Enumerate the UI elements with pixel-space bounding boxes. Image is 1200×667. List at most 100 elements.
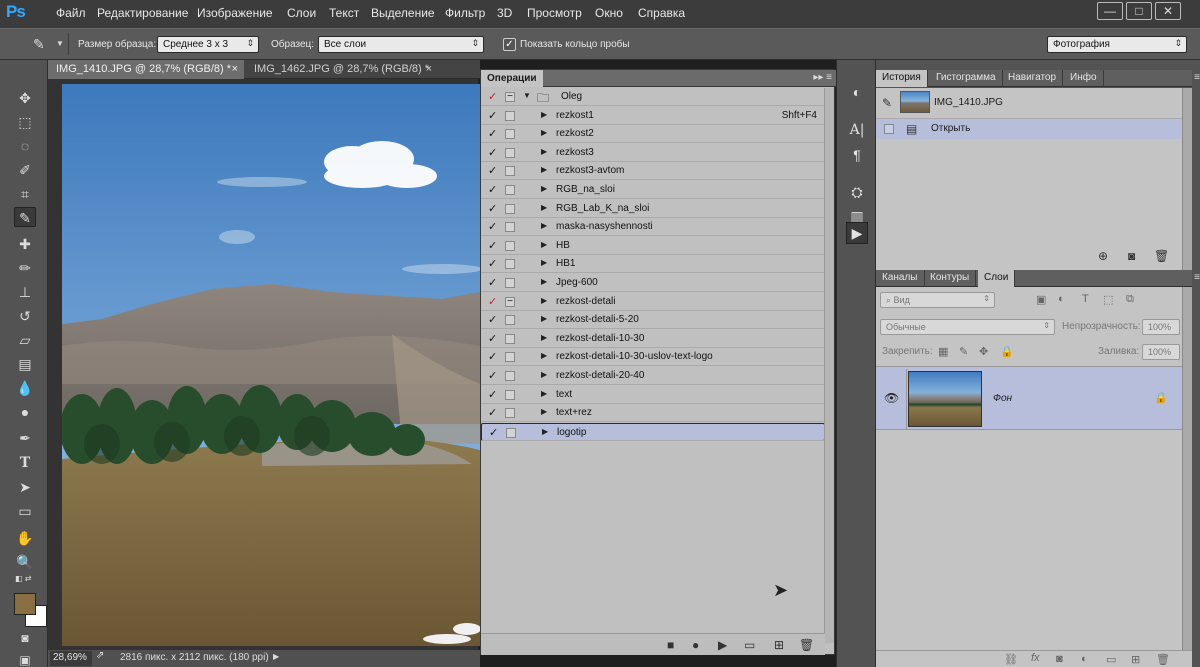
quick-mask-icon[interactable]: ◙ [14,628,36,648]
gradient-tool-icon[interactable]: ▤ [14,354,36,374]
toggle-item-check-icon[interactable]: ✓ [488,388,497,401]
history-brush-tool-icon[interactable]: ↺ [14,306,36,326]
dialog-toggle-box[interactable] [505,147,515,158]
tab-channels[interactable]: Каналы [876,270,925,287]
trash-icon[interactable]: 🗑 [1154,249,1169,263]
menu-help[interactable]: Справка [638,6,685,20]
show-ring-checkbox[interactable]: ✓ [503,38,516,51]
action-row[interactable]: ✓ ▶ rezkost3 [481,144,825,162]
tab-histogram[interactable]: Гистограмма [930,70,1003,87]
adjustment-filter-icon[interactable]: ◐ [1058,293,1065,305]
layer-name[interactable]: Фон [993,393,1012,404]
eyedropper-tool-icon[interactable]: ✎ [14,207,36,227]
camera-icon[interactable]: ◙ [1128,249,1135,263]
collapse-triangle-icon[interactable]: ▶ [542,427,548,436]
record-icon[interactable]: ● [692,638,699,652]
lock-image-icon[interactable]: ✎ [959,345,968,358]
collapse-triangle-icon[interactable]: ▶ [541,147,547,156]
action-row[interactable]: ✓ ▶ rezkost-detali-20-40 [481,367,825,385]
lock-all-icon[interactable]: 🔒 [1000,345,1014,358]
dialog-toggle-box[interactable] [505,278,515,288]
fx-icon[interactable]: fx [1031,652,1040,664]
tab-layers[interactable]: Слои [978,270,1016,287]
menu-view[interactable]: Просмотр [527,6,582,20]
dialog-toggle-box[interactable] [505,110,515,121]
toggle-item-check-icon[interactable]: ✓ [488,164,497,177]
pen-tool-icon[interactable]: ✒ [14,428,36,448]
dialog-toggle-box[interactable] [505,315,515,326]
dialog-toggle-box[interactable]: − [505,296,515,307]
dialog-toggle-box[interactable] [505,166,515,177]
dialog-toggle-box[interactable] [505,371,515,381]
dialog-toggle-box[interactable] [505,222,515,233]
pixel-filter-icon[interactable]: ▣ [1036,293,1046,306]
adjustments-panel-icon[interactable]: ◐ [846,82,868,102]
panel-menu-icon[interactable]: ≡ [1194,72,1200,83]
collapse-triangle-icon[interactable]: ▶ [541,165,547,174]
toggle-item-check-icon[interactable]: ✓ [488,90,497,103]
path-selection-tool-icon[interactable]: ➤ [14,477,36,497]
menu-window[interactable]: Окно [595,6,623,20]
action-row[interactable]: ✓ ▶ rezkost1 Shft+F4 [481,107,825,125]
new-document-from-state-icon[interactable]: ⊕ [1098,249,1108,263]
toggle-item-check-icon[interactable]: ✓ [488,146,497,159]
action-row[interactable]: ✓ ▶ Jpeg-600 [481,274,825,292]
preset-chevron-icon[interactable]: ▼ [56,39,64,48]
blur-tool-icon[interactable]: 💧 [14,378,36,398]
tab-paths[interactable]: Контуры [924,270,977,287]
sample-select[interactable]: Все слои ⇕ [318,36,484,53]
panel-menu-icon[interactable]: ▸▸ ≡ [813,72,832,83]
menu-select[interactable]: Выделение [371,6,435,20]
play-icon[interactable]: ▶ [718,638,727,652]
toggle-item-check-icon[interactable]: ✓ [488,406,497,419]
toggle-item-check-icon[interactable]: ✓ [488,313,497,326]
tab-img-1410[interactable]: IMG_1410.JPG @ 28,7% (RGB/8) * × [48,60,244,79]
toggle-item-check-icon[interactable]: ✓ [488,276,497,289]
action-row[interactable]: ✓ ▶ HB1 [481,255,825,274]
dialog-toggle-box[interactable] [505,352,515,363]
type-tool-icon[interactable]: T [14,453,36,473]
dialog-toggle-box[interactable] [506,427,516,438]
close-button[interactable]: ✕ [1155,2,1181,20]
dialog-toggle-box[interactable]: − [505,92,515,102]
collapse-triangle-icon[interactable]: ▶ [541,351,547,360]
dialog-toggle-box[interactable] [505,240,515,251]
layers-scrollbar[interactable] [1182,288,1192,650]
dialog-toggle-box[interactable] [505,129,515,140]
action-row[interactable]: ✓ ▶ rezkost2 [481,125,825,144]
hand-tool-icon[interactable]: ✋ [14,528,36,548]
eyedropper-preset-icon[interactable]: ✎ [33,36,45,53]
tab-img-1462[interactable]: IMG_1462.JPG @ 28,7% (RGB/8) * × [246,60,438,79]
toggle-item-check-icon[interactable]: ✓ [488,257,497,270]
foreground-color-swatch[interactable] [14,593,36,615]
adjustment-layer-icon[interactable]: ◐ [1081,653,1088,665]
paragraph-panel-icon[interactable]: ¶ [846,145,868,165]
dialog-toggle-box[interactable] [505,203,515,214]
expand-triangle-icon[interactable]: ▼ [523,91,531,100]
link-layers-icon[interactable]: ⛓ [1004,653,1018,666]
menu-type[interactable]: Текст [329,6,359,20]
menu-file[interactable]: Файл [56,6,86,20]
opacity-field[interactable]: 100% [1142,319,1180,335]
menu-image[interactable]: Изображение [197,6,273,20]
zoom-field[interactable]: 28,69% [50,651,92,666]
action-row[interactable]: ✓ ▶ maska-nasyshennosti [481,218,825,237]
toggle-item-check-icon[interactable]: ✓ [488,127,497,140]
collapse-triangle-icon[interactable]: ▶ [541,407,547,416]
workspace-select[interactable]: Фотография ⇕ [1047,36,1187,53]
action-row[interactable]: ✓ − ▼ 🗀 Oleg [481,88,825,106]
toggle-item-check-icon[interactable]: ✓ [488,183,497,196]
collapse-triangle-icon[interactable]: ▶ [541,296,547,305]
zoom-tool-icon[interactable]: 🔍 [14,552,36,572]
sample-size-select[interactable]: Среднее 3 х 3 ⇕ [157,36,259,53]
action-row[interactable]: ✓ ▶ rezkost3-avtom [481,162,825,181]
toggle-item-check-icon[interactable]: ✓ [488,332,497,345]
collapse-triangle-icon[interactable]: ▶ [541,258,547,267]
history-state-box[interactable] [884,124,894,134]
smart-object-filter-icon[interactable]: ⧉ [1126,293,1134,306]
toggle-item-check-icon[interactable]: ✓ [488,239,497,252]
rectangle-tool-icon[interactable]: ▭ [14,501,36,521]
dialog-toggle-box[interactable] [505,389,515,400]
action-row[interactable]: ✓ ▶ RGB_na_sloi [481,181,825,199]
action-row[interactable]: ✓ ▶ text [481,386,825,404]
